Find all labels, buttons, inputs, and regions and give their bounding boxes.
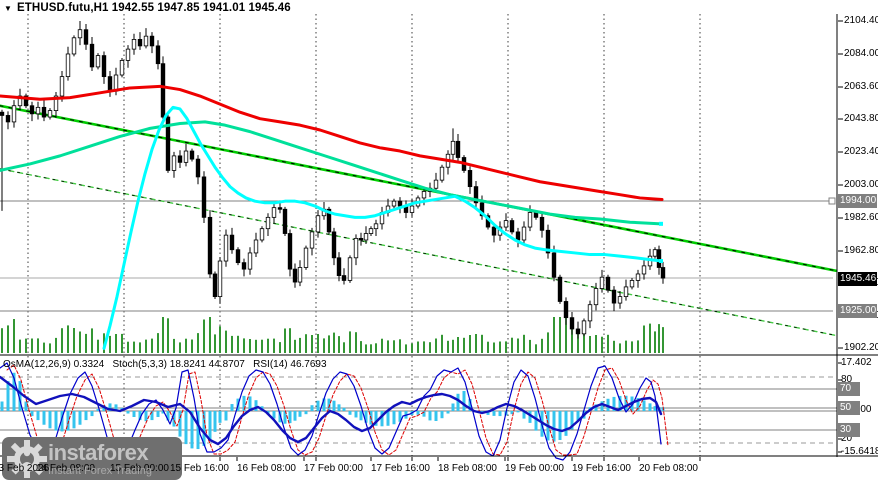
ma-turquoise [0, 120, 663, 226]
indicator-level-box: 70 [838, 382, 860, 396]
price-tick-label: 1902.20 [844, 342, 878, 353]
time-tick-label: 17 Feb 00:00 [304, 463, 363, 474]
indicator-level-label: -15.6418 [841, 446, 878, 457]
watermark-tagline: Instant Forex Trading [48, 465, 152, 477]
volume-histogram [1, 317, 664, 353]
symbol-title-bar: ▼ ETHUSD.futu,H1 1942.55 1947.85 1941.01… [4, 2, 291, 14]
trading-chart-window: ▼ ETHUSD.futu,H1 1942.55 1947.85 1941.01… [0, 0, 878, 482]
time-tick-label: 19 Feb 00:00 [505, 463, 564, 474]
indicator-level-box: 30 [838, 423, 860, 437]
indicator-level-label: 17.402 [841, 357, 872, 368]
ma-end-dot [659, 221, 663, 226]
chart-canvas[interactable] [0, 0, 878, 482]
time-tick-label: 18 Feb 08:00 [438, 463, 497, 474]
price-tick-label: 2084.00 [844, 48, 878, 59]
price-tick-label: 2063.60 [844, 81, 878, 92]
price-marker-label: 1925.00 [838, 304, 877, 318]
symbol-ohlc-text: ETHUSD.futu,H1 1942.55 1947.85 1941.01 1… [17, 2, 291, 14]
price-tick-label: 1982.60 [844, 212, 878, 223]
indicator-level-box: 50 [838, 401, 860, 415]
price-marker-label: 1945.46 [838, 272, 877, 286]
price-tick-label: 2003.00 [844, 179, 878, 190]
candlestick-series [0, 20, 666, 339]
time-tick-label: 15 Feb 16:00 [170, 463, 229, 474]
time-tick-label: 16 Feb 08:00 [237, 463, 296, 474]
price-tick-label: 2104.40 [844, 15, 878, 26]
indicator-values-label: OsMA(12,26,9) 0.3324 Stoch(5,3,3) 18.824… [3, 359, 327, 370]
price-tick-label: 2043.80 [844, 113, 878, 124]
price-tick-label: 2023.40 [844, 146, 878, 157]
price-tick-label: 1962.80 [844, 245, 878, 256]
ma-end-dot [659, 259, 663, 264]
chevron-down-icon[interactable]: ▼ [4, 4, 12, 13]
time-tick-label: 20 Feb 08:00 [639, 463, 698, 474]
price-marker-label: 1994.00 [838, 194, 877, 208]
line-handle-marker[interactable] [828, 197, 836, 205]
time-tick-label: 19 Feb 16:00 [572, 463, 631, 474]
time-tick-label: 17 Feb 16:00 [371, 463, 430, 474]
